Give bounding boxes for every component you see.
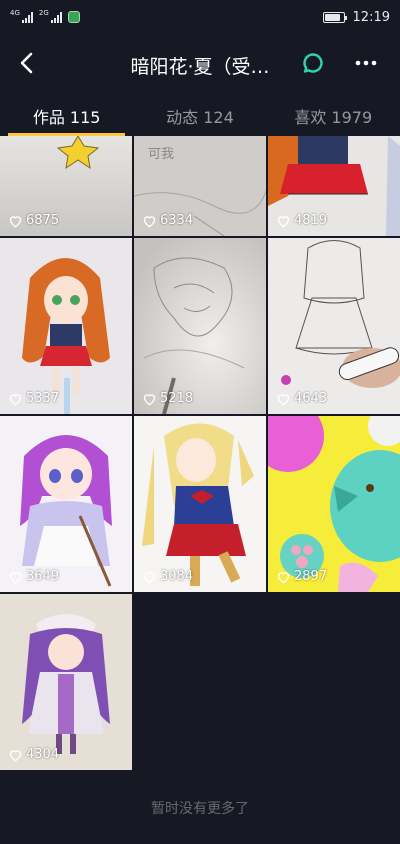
like-count: 6334: [142, 213, 193, 228]
network-type-label: 4G: [10, 8, 20, 17]
cat-character-thumbnail: [268, 416, 400, 592]
signal-4g: 4G: [10, 8, 33, 23]
video-thumbnail[interactable]: 5337: [0, 238, 132, 414]
chevron-left-icon[interactable]: [12, 48, 42, 78]
tab-likes[interactable]: 喜欢 1979: [267, 92, 400, 136]
like-count: 4643: [276, 391, 327, 406]
video-thumbnail[interactable]: 2897: [268, 416, 400, 592]
heart-icon: [277, 215, 290, 227]
status-right: 12:19: [322, 9, 390, 25]
anime-girl-purple-hair-thumbnail: [0, 416, 132, 592]
heart-icon: [277, 393, 290, 405]
pencil-sketch-thumbnail: [134, 238, 266, 414]
sketch-text: 可我: [148, 147, 174, 162]
anime-girl-blonde-thumbnail: [134, 416, 266, 592]
like-count: 3649: [8, 569, 59, 584]
signal-bars-icon: [50, 11, 62, 23]
more-horizontal-icon[interactable]: [354, 54, 378, 72]
signal-2g: 2G: [38, 8, 62, 23]
tab-label: 喜欢 1979: [294, 108, 373, 127]
status-bar: 4G 2G 12:19: [0, 0, 400, 34]
lineart-dress-thumbnail: [268, 238, 400, 414]
no-more-content-text: 暂时没有更多了: [151, 801, 249, 817]
clock: 12:19: [352, 9, 390, 25]
signal-bars-icon: [21, 11, 33, 23]
like-count: 3084: [142, 569, 193, 584]
like-count: 4304: [8, 747, 59, 762]
app-notification-icon: [67, 11, 80, 23]
like-count: 2897: [276, 569, 327, 584]
like-count-value: 6875: [26, 213, 60, 228]
like-count-value: 4304: [26, 747, 60, 762]
video-thumbnail[interactable]: 4304: [0, 594, 132, 770]
like-count: 5218: [142, 391, 193, 406]
network-type-label: 2G: [38, 8, 49, 17]
heart-icon: [277, 571, 290, 583]
like-count-value: 3649: [26, 569, 60, 584]
battery-fill: [324, 13, 340, 21]
profile-tabs: 作品 115 动态 124 喜欢 1979: [0, 92, 400, 136]
video-thumbnail[interactable]: 3649: [0, 416, 132, 592]
heart-icon: [9, 393, 22, 405]
battery-icon: [322, 11, 347, 23]
page-title: 暗阳花·夏（受…: [130, 56, 270, 78]
heart-icon: [143, 393, 156, 405]
video-thumbnail[interactable]: 可我 6334: [134, 136, 266, 236]
like-count-value: 5337: [26, 391, 60, 406]
like-count-value: 4643: [294, 391, 328, 406]
heart-icon: [9, 749, 22, 761]
anime-girl-hat-thumbnail: [0, 594, 132, 770]
heart-icon: [9, 571, 22, 583]
tab-label: 作品 115: [32, 108, 101, 127]
like-count: 6875: [8, 213, 59, 228]
tab-activity[interactable]: 动态 124: [133, 92, 266, 136]
heart-icon: [9, 215, 22, 227]
like-count-value: 4819: [294, 213, 328, 228]
heart-icon: [143, 571, 156, 583]
video-thumbnail[interactable]: 4819: [268, 136, 400, 236]
video-thumbnail[interactable]: 4643: [268, 238, 400, 414]
nav-bar: 暗阳花·夏（受…: [0, 34, 400, 92]
like-count: 5337: [8, 391, 59, 406]
like-count-value: 6334: [160, 213, 194, 228]
tab-works[interactable]: 作品 115: [0, 92, 133, 136]
message-circle-icon[interactable]: [302, 52, 324, 74]
video-thumbnail[interactable]: 3084: [134, 416, 266, 592]
video-thumbnail[interactable]: 5218: [134, 238, 266, 414]
anime-girl-orange-hair-thumbnail: [0, 238, 132, 414]
like-count-value: 5218: [160, 391, 194, 406]
like-count: 4819: [276, 213, 327, 228]
tab-label: 动态 124: [166, 108, 234, 127]
video-thumbnail[interactable]: 6875: [0, 136, 132, 236]
heart-icon: [143, 215, 156, 227]
like-count-value: 3084: [160, 569, 194, 584]
status-left: 4G 2G: [10, 8, 80, 23]
like-count-value: 2897: [294, 569, 328, 584]
